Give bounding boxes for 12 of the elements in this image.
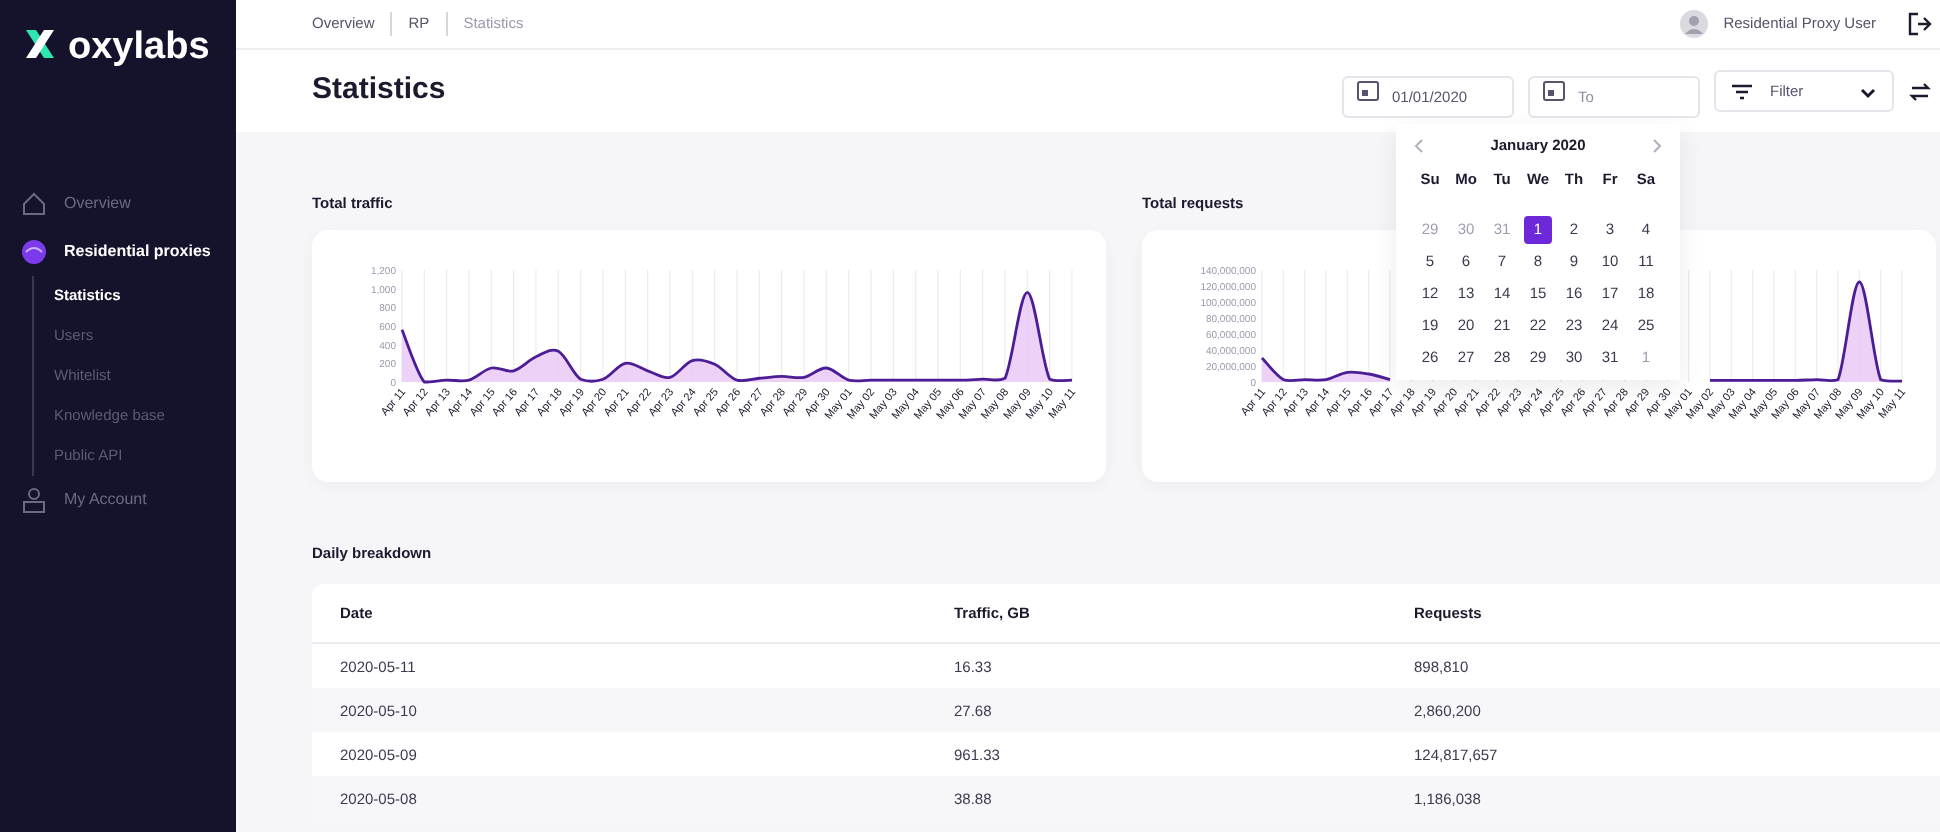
logout-button[interactable]	[1908, 12, 1932, 36]
logo-icon	[24, 28, 56, 60]
swap-button[interactable]	[1908, 79, 1932, 103]
person-icon	[20, 486, 48, 514]
page-title: Statistics	[312, 70, 446, 111]
avatar-icon	[1679, 10, 1708, 38]
calendar-icon	[1356, 78, 1380, 102]
home-icon	[20, 190, 48, 218]
calendar-icon	[1542, 78, 1566, 102]
nav-item[interactable]: Residential proxies	[0, 228, 236, 276]
logo-text: oxylabs	[68, 28, 210, 66]
filter-icon	[1730, 79, 1754, 103]
